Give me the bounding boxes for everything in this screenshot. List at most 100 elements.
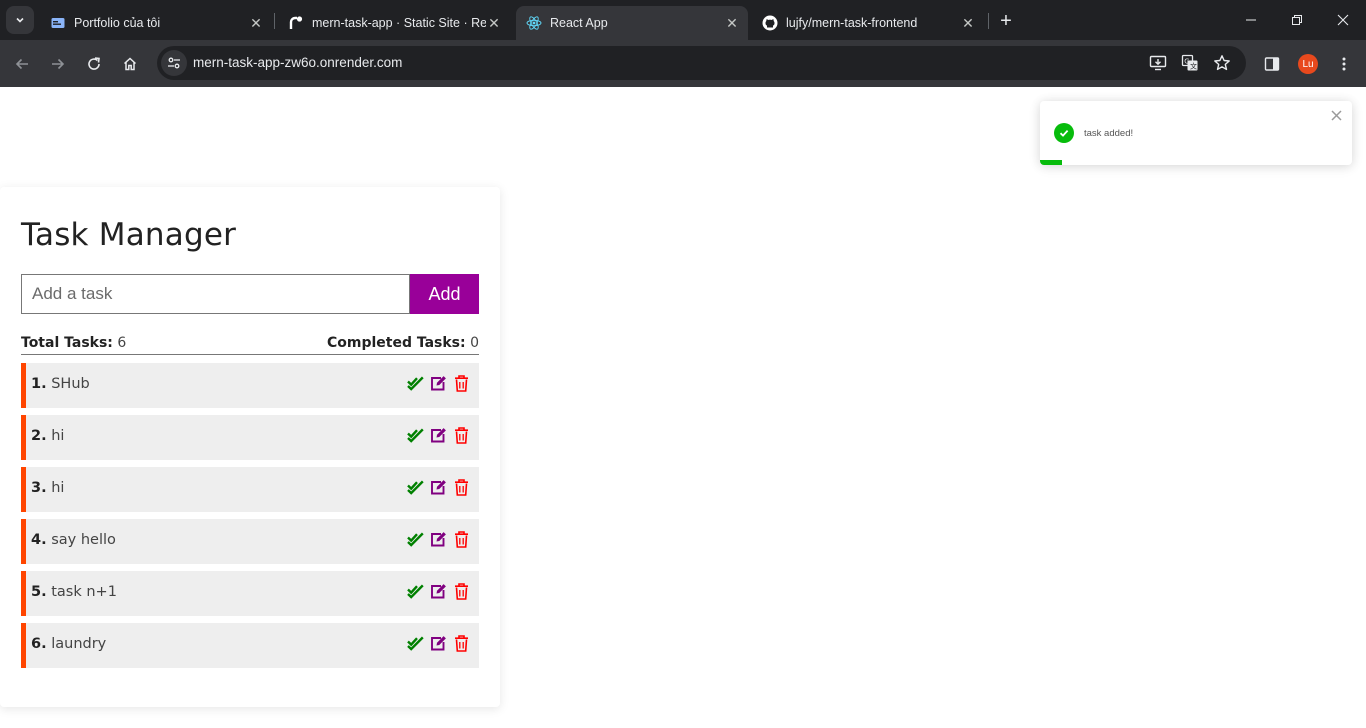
- toast-notification[interactable]: task added!: [1040, 101, 1352, 165]
- task-item: 1. SHub: [21, 363, 479, 408]
- home-icon: [123, 57, 137, 71]
- arrow-left-icon: [15, 58, 28, 70]
- edit-icon[interactable]: [429, 582, 447, 600]
- task-number: 4.: [31, 532, 47, 548]
- translate-button[interactable]: G文: [1178, 51, 1202, 75]
- double-check-icon[interactable]: [406, 426, 424, 444]
- profile-button[interactable]: Lu: [1294, 50, 1322, 78]
- task-name: say hello: [51, 532, 116, 548]
- tab-github[interactable]: lujfy/mern-task-frontend ✕: [752, 6, 984, 40]
- toast-message: task added!: [1084, 128, 1134, 139]
- forward-button[interactable]: [44, 50, 72, 78]
- double-check-icon[interactable]: [406, 634, 424, 652]
- arrow-right-icon: [52, 58, 65, 70]
- tab-portfolio[interactable]: Portfolio của tôi ✕: [40, 6, 272, 40]
- new-tab-button[interactable]: +: [994, 9, 1018, 33]
- back-button[interactable]: [8, 50, 36, 78]
- svg-text:G: G: [1184, 58, 1189, 66]
- side-panel-icon: [1264, 57, 1280, 71]
- star-icon: [1214, 55, 1230, 71]
- task-actions: [406, 582, 470, 600]
- task-list: 1. SHub 2. hi 3. hi 4. say hello 5. task…: [21, 363, 479, 675]
- double-check-icon[interactable]: [406, 530, 424, 548]
- task-text: 2. hi: [31, 428, 64, 444]
- trash-icon[interactable]: [452, 530, 470, 548]
- task-actions: [406, 374, 470, 392]
- minimize-icon: [1246, 19, 1256, 21]
- close-window-button[interactable]: [1320, 0, 1366, 40]
- tune-icon: [168, 57, 180, 69]
- edit-icon[interactable]: [429, 426, 447, 444]
- install-app-icon: [1149, 55, 1167, 71]
- task-input[interactable]: [21, 274, 410, 314]
- address-bar[interactable]: mern-task-app-zw6o.onrender.com G文: [157, 46, 1246, 80]
- page-viewport: task added! Task Manager Add Total Tasks…: [0, 87, 1366, 728]
- completed-tasks-label: Completed Tasks:: [326, 335, 466, 351]
- trash-icon[interactable]: [452, 478, 470, 496]
- reload-icon: [88, 57, 100, 70]
- tab-react-app[interactable]: React App ✕: [516, 6, 748, 40]
- close-icon: [1337, 14, 1349, 26]
- menu-button[interactable]: [1330, 50, 1358, 78]
- success-check-icon: [1054, 123, 1074, 143]
- task-item: 4. say hello: [21, 519, 479, 564]
- close-icon[interactable]: ✕: [248, 15, 264, 31]
- bookmark-button[interactable]: [1210, 51, 1234, 75]
- svg-text:文: 文: [1190, 62, 1197, 71]
- edit-icon[interactable]: [429, 634, 447, 652]
- github-favicon-icon: [762, 15, 778, 31]
- total-tasks: Total Tasks: 6: [21, 335, 126, 351]
- reload-button[interactable]: [80, 50, 108, 78]
- task-form: Add: [21, 274, 479, 314]
- install-app-button[interactable]: [1146, 51, 1170, 75]
- task-number: 1.: [31, 376, 47, 392]
- side-panel-button[interactable]: [1258, 50, 1286, 78]
- home-button[interactable]: [116, 50, 144, 78]
- edit-icon[interactable]: [429, 374, 447, 392]
- task-text: 6. laundry: [31, 636, 106, 652]
- minimize-button[interactable]: [1228, 0, 1274, 40]
- tab-title: lujfy/mern-task-frontend: [786, 16, 918, 30]
- tab-title: mern-task-app · Static Site · Re: [312, 16, 486, 30]
- plus-icon: +: [1000, 9, 1012, 32]
- url-text[interactable]: mern-task-app-zw6o.onrender.com: [193, 55, 402, 70]
- more-vertical-icon: [1342, 57, 1346, 71]
- task-text: 5. task n+1: [31, 584, 117, 600]
- total-tasks-label: Total Tasks:: [21, 335, 113, 351]
- task-item: 5. task n+1: [21, 571, 479, 616]
- close-icon[interactable]: ✕: [724, 15, 740, 31]
- toast-close-button[interactable]: [1329, 108, 1343, 122]
- task-text: 3. hi: [31, 480, 64, 496]
- edit-icon[interactable]: [429, 478, 447, 496]
- total-tasks-count: 6: [117, 335, 127, 351]
- tab-search-button[interactable]: [6, 6, 34, 34]
- add-task-button[interactable]: Add: [410, 274, 479, 314]
- close-icon[interactable]: ✕: [486, 15, 502, 31]
- double-check-icon[interactable]: [406, 582, 424, 600]
- task-item: 3. hi: [21, 467, 479, 512]
- page-title: Task Manager: [21, 217, 237, 253]
- close-icon: [1330, 109, 1342, 121]
- task-number: 3.: [31, 480, 47, 496]
- portfolio-favicon-icon: [50, 15, 66, 31]
- double-check-icon[interactable]: [406, 478, 424, 496]
- toast-progress-bar: [1040, 160, 1062, 165]
- close-icon[interactable]: ✕: [960, 15, 976, 31]
- trash-icon[interactable]: [452, 426, 470, 444]
- edit-icon[interactable]: [429, 530, 447, 548]
- tab-title: React App: [550, 16, 608, 30]
- trash-icon[interactable]: [452, 374, 470, 392]
- double-check-icon[interactable]: [406, 374, 424, 392]
- restore-icon: [1292, 15, 1302, 25]
- task-name: hi: [51, 480, 65, 496]
- trash-icon[interactable]: [452, 582, 470, 600]
- task-name: task n+1: [51, 584, 117, 600]
- tab-render[interactable]: mern-task-app · Static Site · Re ✕: [278, 6, 510, 40]
- task-actions: [406, 478, 470, 496]
- task-number: 6.: [31, 636, 47, 652]
- site-info-button[interactable]: [161, 50, 187, 76]
- trash-icon[interactable]: [452, 634, 470, 652]
- restore-button[interactable]: [1274, 0, 1320, 40]
- tab-strip: Portfolio của tôi ✕ mern-task-app · Stat…: [0, 0, 1366, 40]
- completed-tasks-count: 0: [470, 335, 479, 351]
